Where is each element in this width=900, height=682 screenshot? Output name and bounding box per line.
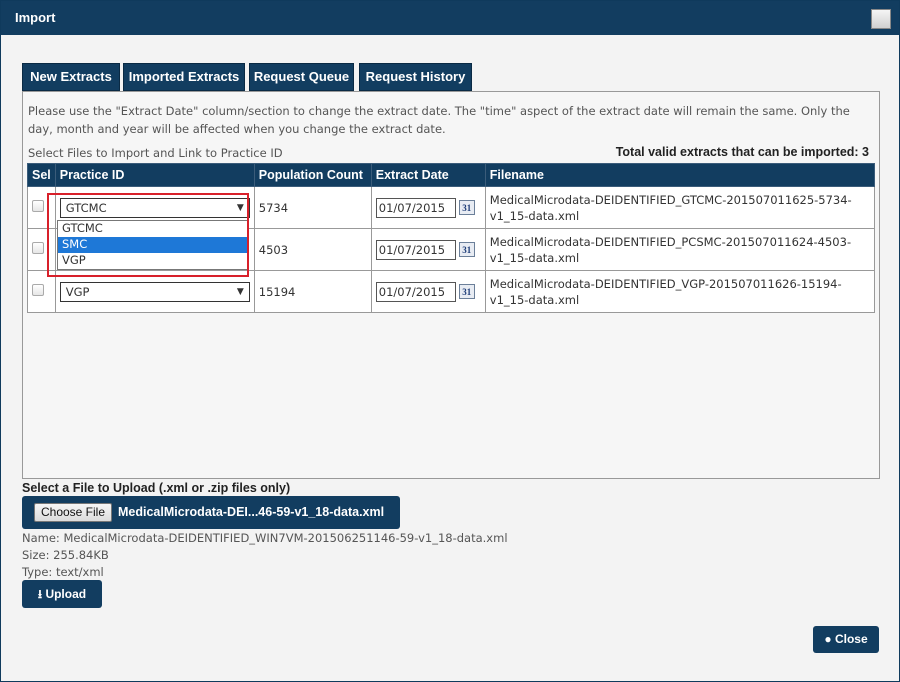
row-checkbox[interactable] [32,284,44,296]
dialog-titlebar: Import [1,1,899,35]
col-population-count: Population Count [253,163,372,187]
col-extract-date: Extract Date [370,163,486,187]
import-dialog: Import New Extracts Imported Extracts Re… [0,0,900,682]
filename-cell: MedicalMicrodata-DEIDENTIFIED_PCSMC-2015… [484,228,876,271]
col-practice-id: Practice ID [54,163,255,187]
row-checkbox[interactable] [32,242,44,254]
tab-request-history[interactable]: Request History [359,63,472,91]
choose-file-button[interactable]: Choose File [34,503,112,522]
extract-date-input[interactable]: 01/07/2015 [375,197,456,218]
extract-date-input[interactable]: 01/07/2015 [375,239,456,260]
file-type-info: Type: text/xml [22,565,104,579]
col-filename: Filename [484,163,876,187]
tab-imported-extracts[interactable]: Imported Extracts [123,63,245,91]
practice-id-value: VGP [65,284,90,299]
upload-button[interactable]: ⭳ Upload [22,580,102,608]
upload-label: Select a File to Upload (.xml or .zip fi… [22,481,291,495]
dialog-title: Import [15,10,56,25]
dialog-close-icon[interactable] [871,9,891,29]
close-button-label: Close [834,632,868,646]
filename-cell: MedicalMicrodata-DEIDENTIFIED_VGP-201507… [484,270,876,313]
upload-icon: ⭳ [37,587,43,601]
total-valid-extracts: Total valid extracts that can be importe… [615,145,869,159]
chevron-down-icon: ▼ [236,286,244,297]
highlight-annotation-box [47,193,249,277]
population-count-cell: 15194 [253,270,372,313]
extract-date-note: Please use the "Extract Date" column/sec… [28,104,850,136]
select-files-label: Select Files to Import and Link to Pract… [28,146,283,160]
population-count-cell: 5734 [253,186,372,229]
extract-date-cell: 01/07/2015 31 [370,186,486,229]
practice-id-select[interactable]: VGP ▼ [59,281,250,302]
extract-date-cell: 01/07/2015 31 [370,270,486,313]
population-count-cell: 4503 [253,228,372,271]
filename-cell: MedicalMicrodata-DEIDENTIFIED_GTCMC-2015… [484,186,876,229]
row-checkbox[interactable] [32,200,44,212]
calendar-icon[interactable]: 31 [458,200,475,215]
tab-request-queue[interactable]: Request Queue [249,63,354,91]
col-sel: Sel [27,163,56,187]
chosen-file-name: MedicalMicrodata-DEI...46-59-v1_18-data.… [118,505,385,519]
file-name-info: Name: MedicalMicrodata-DEIDENTIFIED_WIN7… [22,531,508,545]
extract-date-input[interactable]: 01/07/2015 [375,281,456,302]
close-button[interactable]: ● Close [813,626,879,653]
calendar-icon[interactable]: 31 [458,242,475,257]
close-circle-icon: ● [824,632,832,646]
table-header-row: Sel Practice ID Population Count Extract… [27,163,876,187]
file-picker: Choose File MedicalMicrodata-DEI...46-59… [22,496,400,529]
upload-button-label: Upload [45,587,87,601]
new-extracts-panel: Please use the "Extract Date" column/sec… [22,91,880,479]
tab-new-extracts[interactable]: New Extracts [22,63,120,91]
calendar-icon[interactable]: 31 [458,284,475,299]
file-size-info: Size: 255.84KB [22,548,109,562]
extract-date-cell: 01/07/2015 31 [370,228,486,271]
